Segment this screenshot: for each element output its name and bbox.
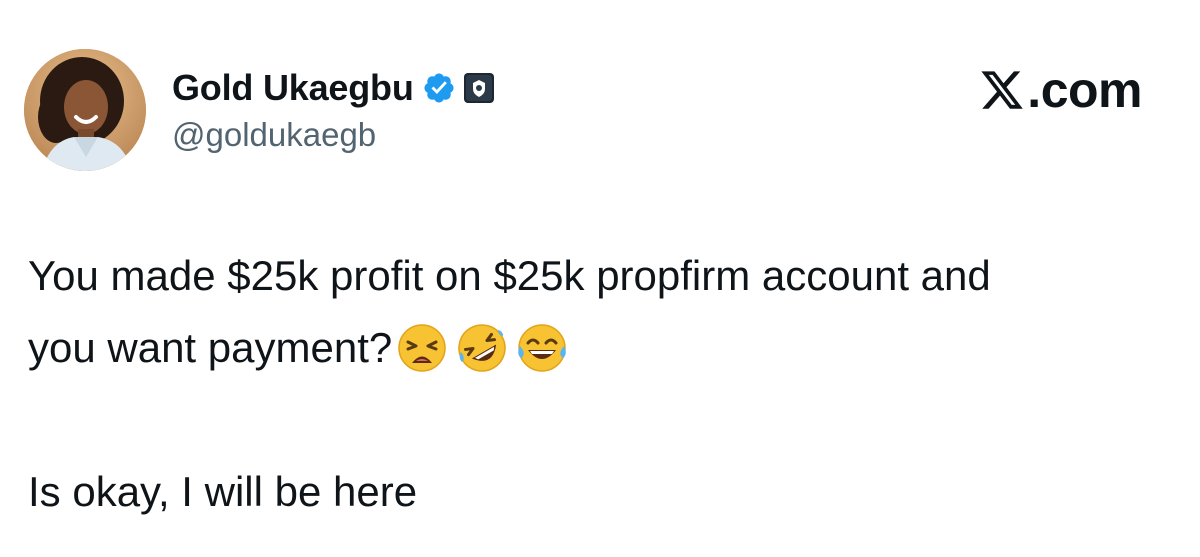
author-name-row: Gold Ukaegbu [172, 64, 494, 112]
tweet-text-line-1: You made $25k profit on $25k propfirm ac… [28, 252, 991, 299]
verified-check-icon[interactable] [422, 71, 456, 105]
tweet-body: You made $25k profit on $25k propfirm ac… [28, 240, 1178, 528]
face-with-tears-of-joy-emoji [518, 324, 566, 372]
tweet-line-4: Is okay, I will be here [28, 456, 1178, 528]
tweet-line-1: You made $25k profit on $25k propfirm ac… [28, 240, 1178, 312]
rolling-on-floor-laughing-emoji [458, 324, 506, 372]
brand-watermark: .com [979, 60, 1142, 120]
author-handle[interactable]: @goldukaegb [172, 116, 376, 154]
weary-face-emoji [398, 324, 446, 372]
tweet-text-line-2: you want payment? [28, 324, 393, 371]
x-logo-icon [981, 71, 1024, 109]
avatar-image [24, 49, 146, 171]
tweet-text-line-4: Is okay, I will be here [28, 468, 418, 515]
brand-domain-text: .com [1027, 62, 1142, 118]
affiliate-badge-icon[interactable] [463, 73, 494, 103]
tweet-line-2: you want payment? [28, 312, 1178, 384]
display-name[interactable]: Gold Ukaegbu [172, 67, 414, 109]
avatar[interactable] [24, 49, 146, 171]
tweet-card: Gold Ukaegbu @goldukaegb .com You made $… [0, 0, 1200, 557]
